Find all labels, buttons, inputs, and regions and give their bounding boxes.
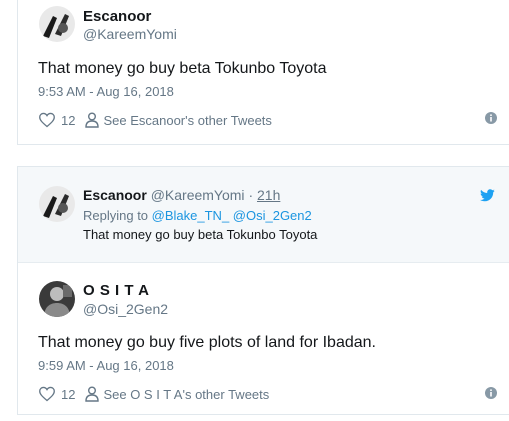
parent-author: Escanoor @KareemYomi · 21h [83, 187, 280, 203]
parent-tweet-text: That money go buy beta Tokunbo Toyota [83, 227, 318, 242]
person-icon [85, 386, 100, 402]
avatar[interactable] [39, 6, 75, 42]
author-name[interactable]: Escanoor [83, 8, 151, 25]
tweet-timestamp[interactable]: 9:53 AM - Aug 16, 2018 [38, 84, 174, 99]
tweet-timestamp[interactable]: 9:59 AM - Aug 16, 2018 [38, 358, 174, 373]
like-count: 12 [61, 112, 76, 128]
separator-dot: · [248, 187, 254, 203]
author-handle[interactable]: @Osi_2Gen2 [83, 301, 168, 317]
replying-to: Replying to @Blake_TN_ @Osi_2Gen2 [83, 208, 312, 223]
tweet-text: That money go buy five plots of land for… [38, 334, 376, 351]
parent-author-name[interactable]: Escanoor [83, 187, 147, 203]
heart-icon[interactable] [38, 112, 56, 128]
tweet-actions: 12 See O S I T A's other Tweets [38, 386, 269, 402]
tweet-card: Escanoor @KareemYomi That money go buy b… [17, 0, 509, 145]
parent-tweet[interactable]: Escanoor @KareemYomi · 21h Replying to @… [18, 167, 509, 263]
author-name[interactable]: O S I T A [83, 282, 149, 299]
parent-age[interactable]: 21h [257, 187, 280, 203]
reply-mentions[interactable]: @Blake_TN_ @Osi_2Gen2 [152, 208, 312, 223]
tweet-text: That money go buy beta Tokunbo Toyota [38, 60, 327, 77]
person-icon [85, 112, 100, 128]
tweet-actions: 12 See Escanoor's other Tweets [38, 112, 272, 128]
twitter-bird-icon[interactable] [480, 189, 495, 202]
other-tweets-link[interactable]: See O S I T A's other Tweets [103, 387, 269, 402]
info-icon[interactable] [485, 387, 497, 399]
avatar[interactable] [39, 186, 75, 222]
like-count: 12 [61, 386, 76, 402]
info-icon[interactable] [485, 112, 497, 124]
author-handle[interactable]: @KareemYomi [83, 26, 177, 42]
avatar[interactable] [39, 281, 75, 317]
replying-prefix: Replying to [83, 208, 149, 223]
other-tweets-link[interactable]: See Escanoor's other Tweets [103, 113, 271, 128]
tweet-card: Escanoor @KareemYomi · 21h Replying to @… [17, 166, 509, 415]
parent-author-handle[interactable]: @KareemYomi [151, 187, 245, 203]
heart-icon[interactable] [38, 386, 56, 402]
